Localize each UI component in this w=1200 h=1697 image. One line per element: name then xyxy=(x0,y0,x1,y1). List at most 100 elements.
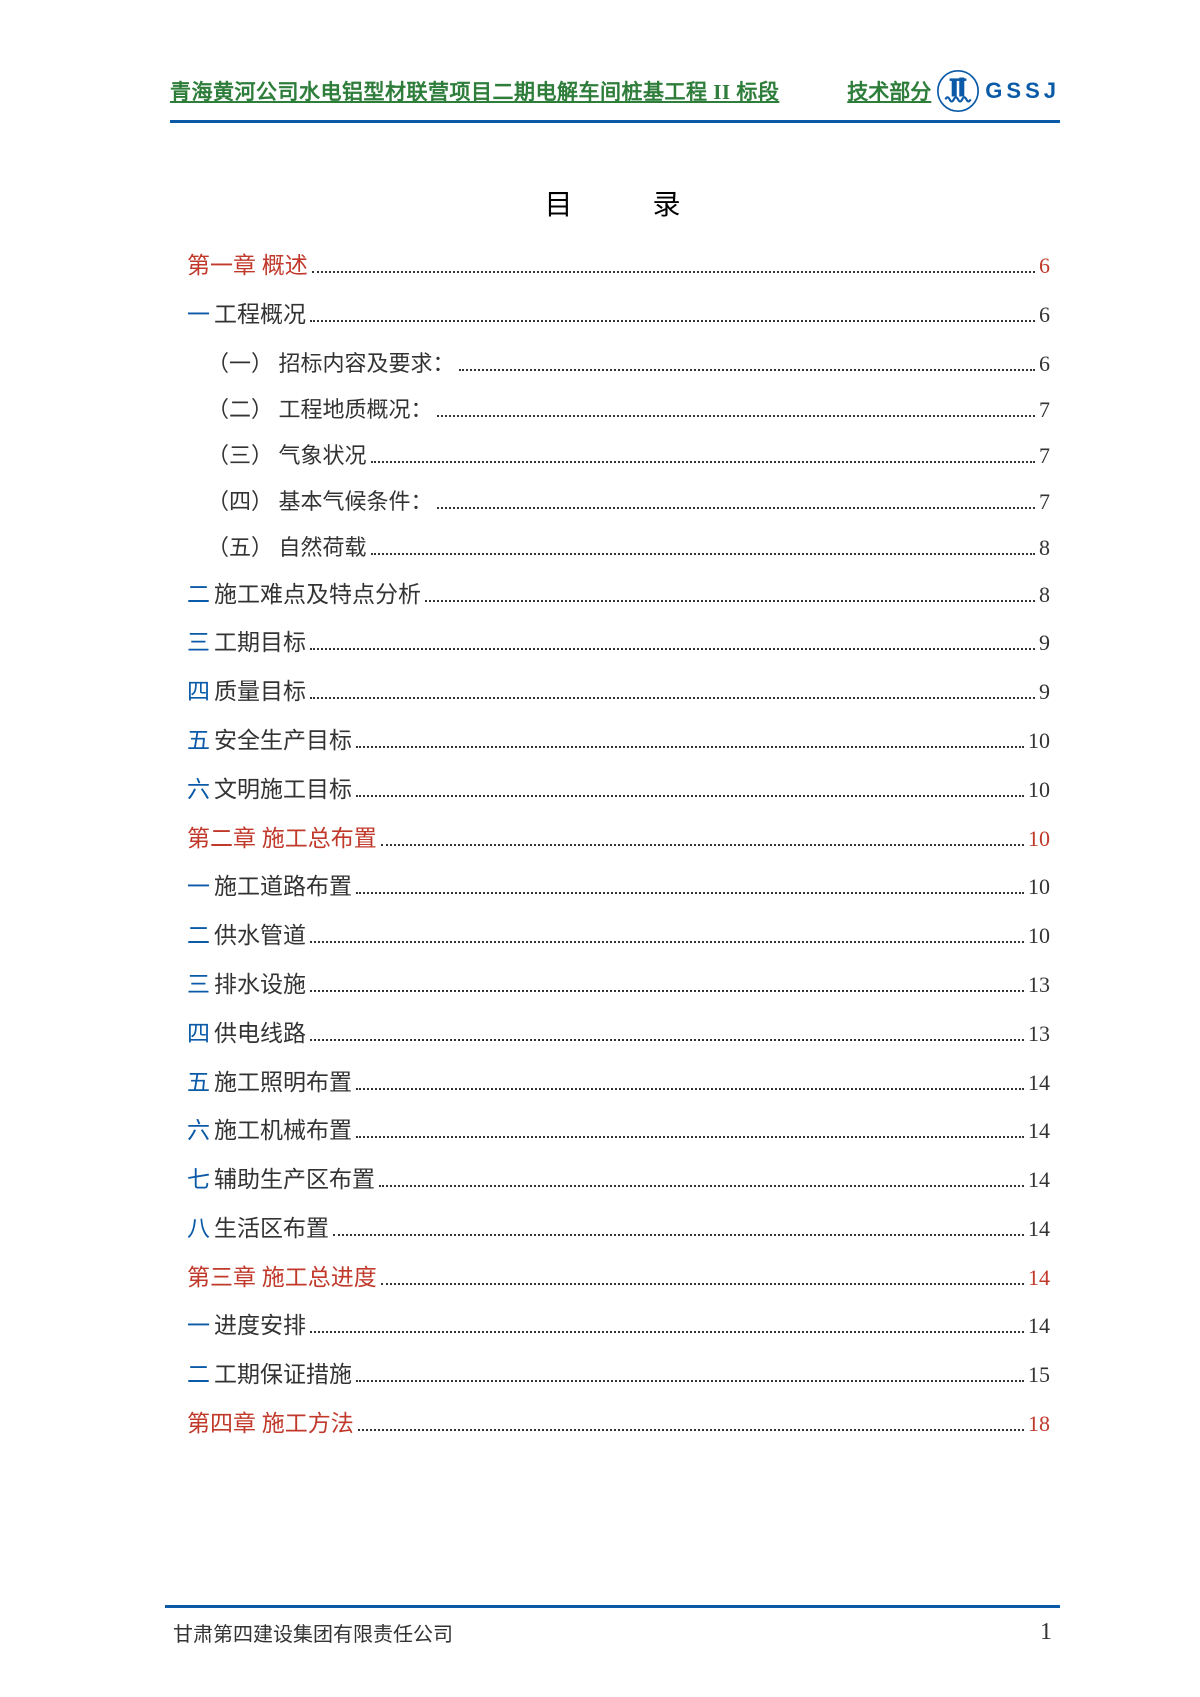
toc-entry[interactable]: 第一章 概述 6 xyxy=(175,248,1050,285)
toc-section-label: 二 供水管道 xyxy=(187,918,306,955)
toc-chapter-label: 第二章 施工总布置 xyxy=(187,821,377,858)
toc-leader-dots xyxy=(379,1185,1024,1187)
toc-leader-dots xyxy=(356,795,1024,797)
toc-section-number: 一 xyxy=(187,869,210,906)
toc-page-number: 8 xyxy=(1039,530,1050,565)
toc-section-text: 施工照明布置 xyxy=(214,1065,352,1102)
toc-section-label: 一 工程概况 xyxy=(187,297,306,334)
toc-page-number: 14 xyxy=(1028,1308,1050,1343)
toc-leader-dots xyxy=(333,1234,1024,1236)
toc-section-label: 一 进度安排 xyxy=(187,1308,306,1345)
toc-section-number: 二 xyxy=(187,577,210,614)
toc-entry[interactable]: 第四章 施工方法 18 xyxy=(175,1406,1050,1443)
toc-section-number: 三 xyxy=(187,967,210,1004)
page-number: 1 xyxy=(1040,1619,1052,1646)
page-header: 青海黄河公司水电铝型材联营项目二期电解车间桩基工程 II 标段 技术部分 GSS… xyxy=(165,70,1060,112)
toc-entry[interactable]: 一 施工道路布置 10 xyxy=(175,869,1050,906)
toc-chapter-label: 第一章 概述 xyxy=(187,248,308,285)
toc-page-number: 10 xyxy=(1028,869,1050,904)
toc-entry[interactable]: 六 施工机械布置14 xyxy=(175,1113,1050,1150)
toc-entry[interactable]: 第三章 施工总进度 14 xyxy=(175,1260,1050,1297)
toc-title: 目录 xyxy=(165,183,1060,223)
toc-section-label: 七 辅助生产区布置 xyxy=(187,1162,375,1199)
toc-section-number: 二 xyxy=(187,1357,210,1394)
toc-section-label: 二 工期保证措施 xyxy=(187,1357,352,1394)
toc-leader-dots xyxy=(356,1136,1024,1138)
toc-entry[interactable]: 七 辅助生产区布置 14 xyxy=(175,1162,1050,1199)
toc-sub-label: （五） 自然荷载 xyxy=(207,530,367,565)
toc-entry[interactable]: （二） 工程地质概况：7 xyxy=(175,392,1050,427)
toc-entry[interactable]: 五 施工照明布置14 xyxy=(175,1065,1050,1102)
document-page: 青海黄河公司水电铝型材联营项目二期电解车间桩基工程 II 标段 技术部分 GSS… xyxy=(0,0,1200,1697)
toc-section-label: 四 质量目标 xyxy=(187,674,306,711)
toc-leader-dots xyxy=(310,697,1035,699)
toc-section-label: 八 生活区布置 xyxy=(187,1211,329,1248)
toc-section-label: 三 排水设施 xyxy=(187,967,306,1004)
toc-leader-dots xyxy=(437,415,1035,417)
footer-row: 甘肃第四建设集团有限责任公司 1 xyxy=(165,1618,1060,1647)
toc-section-number: 七 xyxy=(187,1162,210,1199)
toc-page-number: 6 xyxy=(1039,297,1050,332)
toc-entry[interactable]: （五） 自然荷载 8 xyxy=(175,530,1050,565)
toc-page-number: 10 xyxy=(1028,772,1050,807)
toc-page-number: 10 xyxy=(1028,918,1050,953)
toc-entry[interactable]: 六 文明施工目标10 xyxy=(175,772,1050,809)
toc-entry[interactable]: 四 质量目标 9 xyxy=(175,674,1050,711)
toc-section-label: 五 安全生产目标 xyxy=(187,723,352,760)
toc-entry[interactable]: 三 工期目标9 xyxy=(175,625,1050,662)
toc-entry[interactable]: 四 供电线路13 xyxy=(175,1016,1050,1053)
toc-page-number: 7 xyxy=(1039,438,1050,473)
toc-page-number: 6 xyxy=(1039,248,1050,283)
toc-section-number: 四 xyxy=(187,1016,210,1053)
toc-leader-dots xyxy=(356,1380,1024,1382)
toc-entry[interactable]: 二 工期保证措施 15 xyxy=(175,1357,1050,1394)
toc-leader-dots xyxy=(437,507,1035,509)
toc-entry[interactable]: 一 进度安排 14 xyxy=(175,1308,1050,1345)
toc-page-number: 14 xyxy=(1028,1260,1050,1295)
toc-entry[interactable]: （三） 气象状况7 xyxy=(175,438,1050,473)
toc-sub-label: （一） 招标内容及要求： xyxy=(207,346,455,381)
toc-leader-dots xyxy=(310,1331,1024,1333)
toc-entry[interactable]: 第二章 施工总布置10 xyxy=(175,821,1050,858)
toc-section-text: 工程概况 xyxy=(214,297,306,334)
toc-page-number: 18 xyxy=(1028,1406,1050,1441)
toc-section-text: 施工难点及特点分析 xyxy=(214,577,421,614)
toc-page-number: 15 xyxy=(1028,1357,1050,1392)
toc-entry[interactable]: （四） 基本气候条件：7 xyxy=(175,484,1050,519)
toc-leader-dots xyxy=(459,369,1035,371)
toc-section-label: 一 施工道路布置 xyxy=(187,869,352,906)
toc-entry[interactable]: 二 施工难点及特点分析 8 xyxy=(175,577,1050,614)
toc-section-number: 八 xyxy=(187,1211,210,1248)
toc-page-number: 7 xyxy=(1039,484,1050,519)
toc-leader-dots xyxy=(310,320,1035,322)
logo-text: GSSJ xyxy=(985,78,1060,104)
toc-section-label: 六 施工机械布置 xyxy=(187,1113,352,1150)
table-of-contents: 第一章 概述 6 一 工程概况 6 （一） 招标内容及要求：6 （二） 工程地质概况：7 （… xyxy=(165,248,1060,1443)
toc-page-number: 9 xyxy=(1039,625,1050,660)
toc-entry[interactable]: 二 供水管道 10 xyxy=(175,918,1050,955)
toc-entry[interactable]: （一） 招标内容及要求：6 xyxy=(175,346,1050,381)
toc-section-text: 工期保证措施 xyxy=(214,1357,352,1394)
toc-page-number: 14 xyxy=(1028,1162,1050,1197)
toc-page-number: 7 xyxy=(1039,392,1050,427)
toc-page-number: 9 xyxy=(1039,674,1050,709)
toc-entry[interactable]: 八 生活区布置14 xyxy=(175,1211,1050,1248)
toc-entry[interactable]: 三 排水设施13 xyxy=(175,967,1050,1004)
toc-leader-dots xyxy=(356,746,1024,748)
toc-section-text: 辅助生产区布置 xyxy=(214,1162,375,1199)
toc-section-text: 安全生产目标 xyxy=(214,723,352,760)
toc-section-text: 施工道路布置 xyxy=(214,869,352,906)
toc-section-number: 五 xyxy=(187,1065,210,1102)
toc-chapter-label: 第四章 施工方法 xyxy=(187,1406,354,1443)
toc-section-number: 五 xyxy=(187,723,210,760)
toc-page-number: 8 xyxy=(1039,577,1050,612)
page-footer: 甘肃第四建设集团有限责任公司 1 xyxy=(165,1605,1060,1647)
toc-section-label: 二 施工难点及特点分析 xyxy=(187,577,421,614)
toc-entry[interactable]: 五 安全生产目标10 xyxy=(175,723,1050,760)
toc-section-number: 一 xyxy=(187,297,210,334)
toc-chapter-label: 第三章 施工总进度 xyxy=(187,1260,377,1297)
toc-section-text: 供电线路 xyxy=(214,1016,306,1053)
toc-section-number: 四 xyxy=(187,674,210,711)
toc-section-number: 六 xyxy=(187,1113,210,1150)
toc-entry[interactable]: 一 工程概况 6 xyxy=(175,297,1050,334)
